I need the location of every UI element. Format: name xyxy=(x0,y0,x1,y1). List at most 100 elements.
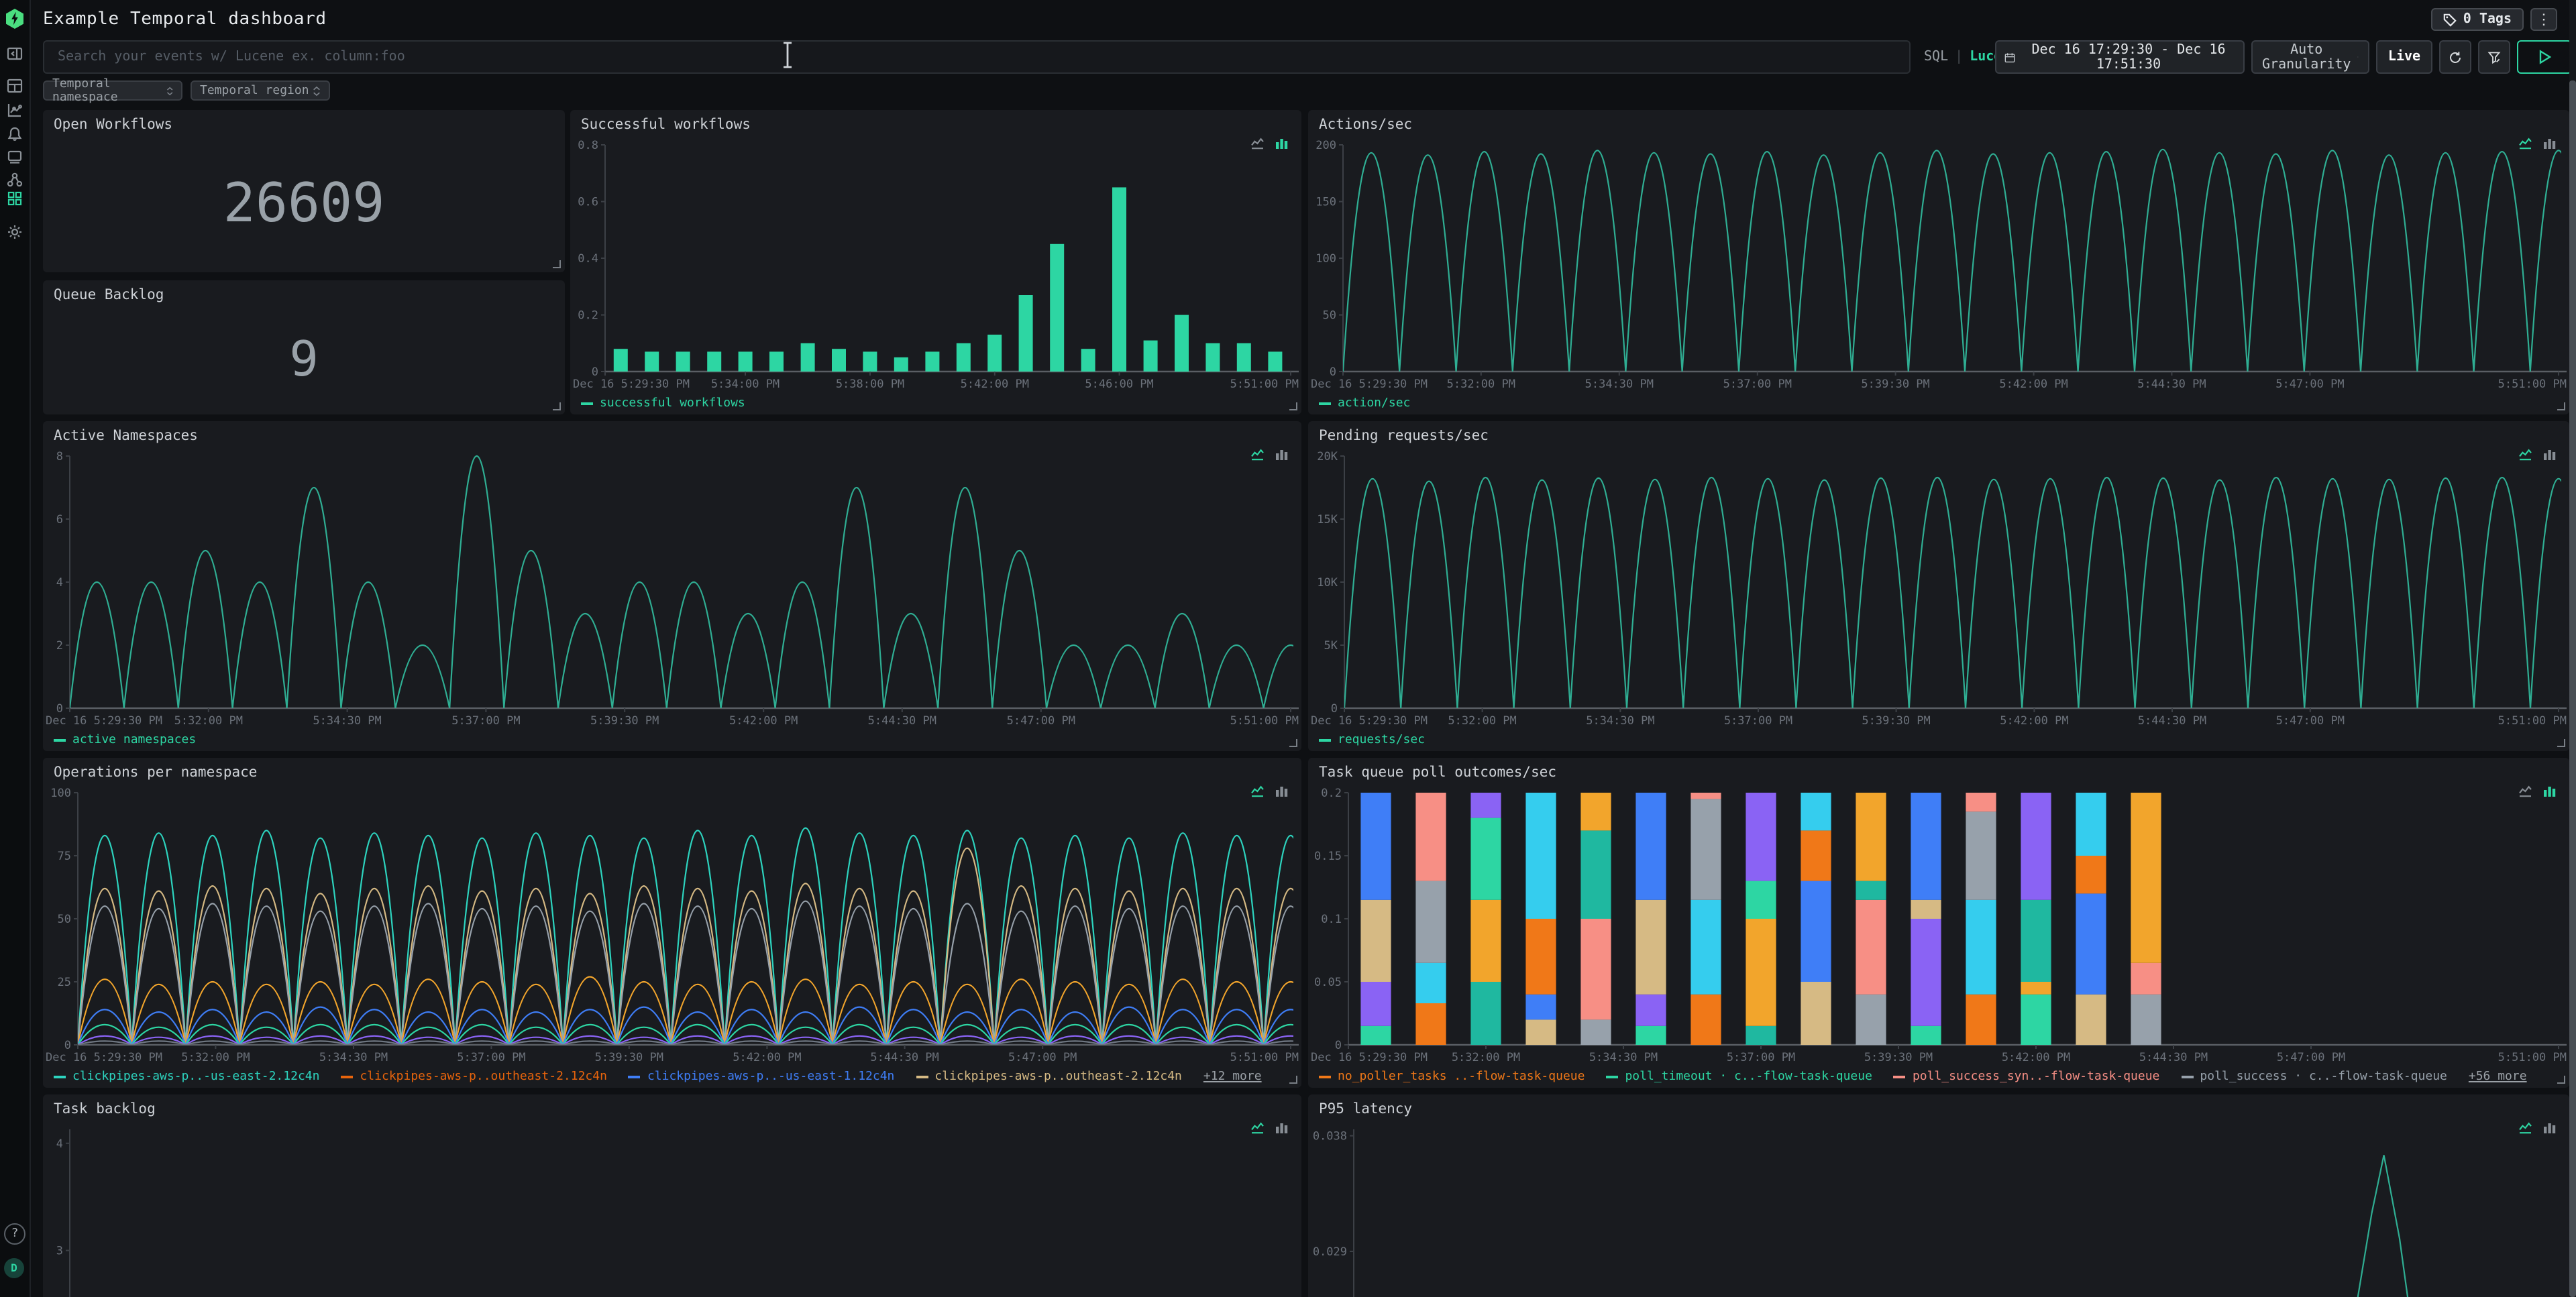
bar-chart-icon xyxy=(2542,448,2557,461)
legend-item[interactable]: requests/sec xyxy=(1319,733,1425,746)
time-range-picker[interactable]: Dec 16 17:29:30 - Dec 16 17:51:30 xyxy=(1995,40,2245,74)
svg-text:5:32:00 PM: 5:32:00 PM xyxy=(1448,714,1516,728)
svg-text:Dec 16 5:29:30 PM: Dec 16 5:29:30 PM xyxy=(573,378,690,391)
panel-open-workflows: Open Workflows 26609 xyxy=(43,110,565,272)
legend-item[interactable]: poll_success · c..-flow-task-queue xyxy=(2181,1070,2447,1083)
svg-text:0: 0 xyxy=(64,1039,71,1052)
chart-p95-latency[interactable]: 0.0380.0290.019 xyxy=(1308,1119,2569,1297)
panel-title: Actions/sec xyxy=(1319,117,1412,133)
svg-text:Dec 16 5:29:30 PM: Dec 16 5:29:30 PM xyxy=(1311,1051,1428,1064)
svg-text:5:44:30 PM: 5:44:30 PM xyxy=(870,1051,938,1064)
bar-chart-icon xyxy=(2542,1121,2557,1135)
svg-text:6: 6 xyxy=(56,513,63,526)
legend-item[interactable]: clickpipes-aws-p..-us-east-1.12c4n xyxy=(629,1070,894,1083)
svg-text:5:47:00 PM: 5:47:00 PM xyxy=(2277,1051,2345,1064)
svg-text:5:39:30 PM: 5:39:30 PM xyxy=(590,714,659,728)
tags-button[interactable]: 0 Tags xyxy=(2431,8,2524,31)
search-input[interactable] xyxy=(43,40,1911,74)
svg-text:15K: 15K xyxy=(1317,513,1338,526)
sql-toggle[interactable]: SQL xyxy=(1924,50,1948,64)
chart-mode-toggle[interactable] xyxy=(1250,448,1289,461)
legend-item[interactable]: action/sec xyxy=(1319,396,1410,410)
sidebar-item-sessions[interactable] xyxy=(0,146,30,168)
sidebar-item-chart-explorer[interactable] xyxy=(0,99,30,121)
legend-item[interactable]: successful workflows xyxy=(581,396,745,410)
app-logo-icon[interactable] xyxy=(4,8,25,30)
svg-text:5:51:00 PM: 5:51:00 PM xyxy=(1230,1051,1299,1064)
legend-more[interactable]: +12 more xyxy=(1203,1070,1262,1083)
chart-mode-toggle[interactable] xyxy=(1250,137,1289,150)
line-chart-icon xyxy=(2518,1121,2533,1135)
svg-text:0: 0 xyxy=(56,702,63,716)
svg-text:5:37:00 PM: 5:37:00 PM xyxy=(457,1051,525,1064)
line-chart-icon xyxy=(1250,448,1265,461)
chart-mode-toggle[interactable] xyxy=(2518,785,2557,798)
panel-resize-handle[interactable] xyxy=(553,260,561,268)
chart-mode-toggle[interactable] xyxy=(1250,1121,1289,1135)
svg-text:5:34:30 PM: 5:34:30 PM xyxy=(319,1051,388,1064)
panel-title: Active Namespaces xyxy=(54,428,198,444)
chevron-updown-icon xyxy=(166,85,173,96)
sidebar-item-search[interactable] xyxy=(0,75,30,97)
panel-active-namespaces: Active Namespaces 02468Dec 16 5:29:30 PM… xyxy=(43,421,1301,751)
panel-toggle-icon[interactable] xyxy=(0,43,30,64)
svg-text:0: 0 xyxy=(592,365,598,379)
sidebar-item-settings[interactable] xyxy=(0,221,30,243)
line-chart-icon xyxy=(2518,448,2533,461)
svg-text:75: 75 xyxy=(58,850,71,863)
legend-item[interactable]: active namespaces xyxy=(54,733,196,746)
legend-item[interactable]: poll_success_syn..-flow-task-queue xyxy=(1894,1070,2159,1083)
panel-resize-handle[interactable] xyxy=(2557,402,2565,410)
chart-active-namespaces[interactable]: 02468Dec 16 5:29:30 PM5:32:00 PM5:34:30 … xyxy=(43,445,1301,730)
chart-task-queue-poll-outcomes[interactable]: 00.050.10.150.2Dec 16 5:29:30 PM5:32:00 … xyxy=(1308,782,2569,1066)
help-button[interactable]: ? xyxy=(4,1223,25,1245)
chart-pending-requests[interactable]: 05K10K15K20KDec 16 5:29:30 PM5:32:00 PM5… xyxy=(1308,445,2569,730)
live-button[interactable]: Live xyxy=(2376,40,2432,74)
bar-chart-icon xyxy=(2542,137,2557,150)
run-query-button[interactable] xyxy=(2517,40,2572,74)
panel-resize-handle[interactable] xyxy=(1289,739,1297,747)
svg-text:10K: 10K xyxy=(1317,576,1338,589)
chart-mode-toggle[interactable] xyxy=(2518,448,2557,461)
svg-text:0.15: 0.15 xyxy=(1314,850,1342,863)
region-filter-select[interactable]: Temporal region xyxy=(191,80,330,101)
kebab-menu-button[interactable]: ⋮ xyxy=(2530,8,2557,31)
chart-operations-per-namespace[interactable]: 0255075100Dec 16 5:29:30 PM5:32:00 PM5:3… xyxy=(43,782,1301,1066)
sidebar-item-dashboards[interactable] xyxy=(0,188,30,209)
panel-title: Successful workflows xyxy=(581,117,751,133)
chart-task-backlog[interactable]: 432 xyxy=(43,1119,1301,1297)
svg-text:5:34:00 PM: 5:34:00 PM xyxy=(711,378,780,391)
scrollbar-thumb[interactable] xyxy=(2569,80,2576,1297)
svg-text:0.4: 0.4 xyxy=(578,252,598,266)
page-scrollbar[interactable] xyxy=(2569,0,2576,1297)
panel-resize-handle[interactable] xyxy=(553,402,561,410)
panel-resize-handle[interactable] xyxy=(2557,739,2565,747)
line-chart-icon xyxy=(2518,785,2533,798)
bar-chart-icon xyxy=(1275,448,1289,461)
svg-text:5:32:00 PM: 5:32:00 PM xyxy=(1452,1051,1520,1064)
legend-item[interactable]: no_poller_tasks ..-flow-task-queue xyxy=(1319,1070,1585,1083)
panel-resize-handle[interactable] xyxy=(1289,1076,1297,1084)
svg-text:25: 25 xyxy=(58,976,71,989)
user-avatar[interactable]: D xyxy=(4,1258,24,1278)
legend-more[interactable]: +56 more xyxy=(2469,1070,2527,1083)
chart-legend: successful workflows xyxy=(581,394,1291,412)
legend-item[interactable]: clickpipes-aws-p..outheast-2.12c4n xyxy=(916,1070,1181,1083)
panel-resize-handle[interactable] xyxy=(2557,1076,2565,1084)
panel-task-queue-poll-outcomes: Task queue poll outcomes/sec 00.050.10.1… xyxy=(1308,758,2569,1088)
sidebar-item-alerts[interactable] xyxy=(0,123,30,145)
chart-actions-per-sec[interactable]: 050100150200Dec 16 5:29:30 PM5:32:00 PM5… xyxy=(1308,134,2569,393)
chart-mode-toggle[interactable] xyxy=(1250,785,1289,798)
chart-successful-workflows[interactable]: 00.20.40.60.8Dec 16 5:29:30 PM5:34:00 PM… xyxy=(570,134,1301,393)
chart-mode-toggle[interactable] xyxy=(2518,1121,2557,1135)
bar-chart-icon xyxy=(1275,137,1289,150)
filter-button[interactable] xyxy=(2478,40,2510,74)
namespace-filter-select[interactable]: Temporal namespace xyxy=(43,80,182,101)
legend-item[interactable]: clickpipes-aws-p..outheast-2.12c4n xyxy=(341,1070,606,1083)
granularity-select[interactable]: Auto Granularity xyxy=(2251,40,2369,74)
legend-item[interactable]: poll_timeout · c..-flow-task-queue xyxy=(1606,1070,1872,1083)
chart-mode-toggle[interactable] xyxy=(2518,137,2557,150)
refresh-button[interactable] xyxy=(2439,40,2471,74)
panel-resize-handle[interactable] xyxy=(1289,402,1297,410)
legend-item[interactable]: clickpipes-aws-p..-us-east-2.12c4n xyxy=(54,1070,319,1083)
